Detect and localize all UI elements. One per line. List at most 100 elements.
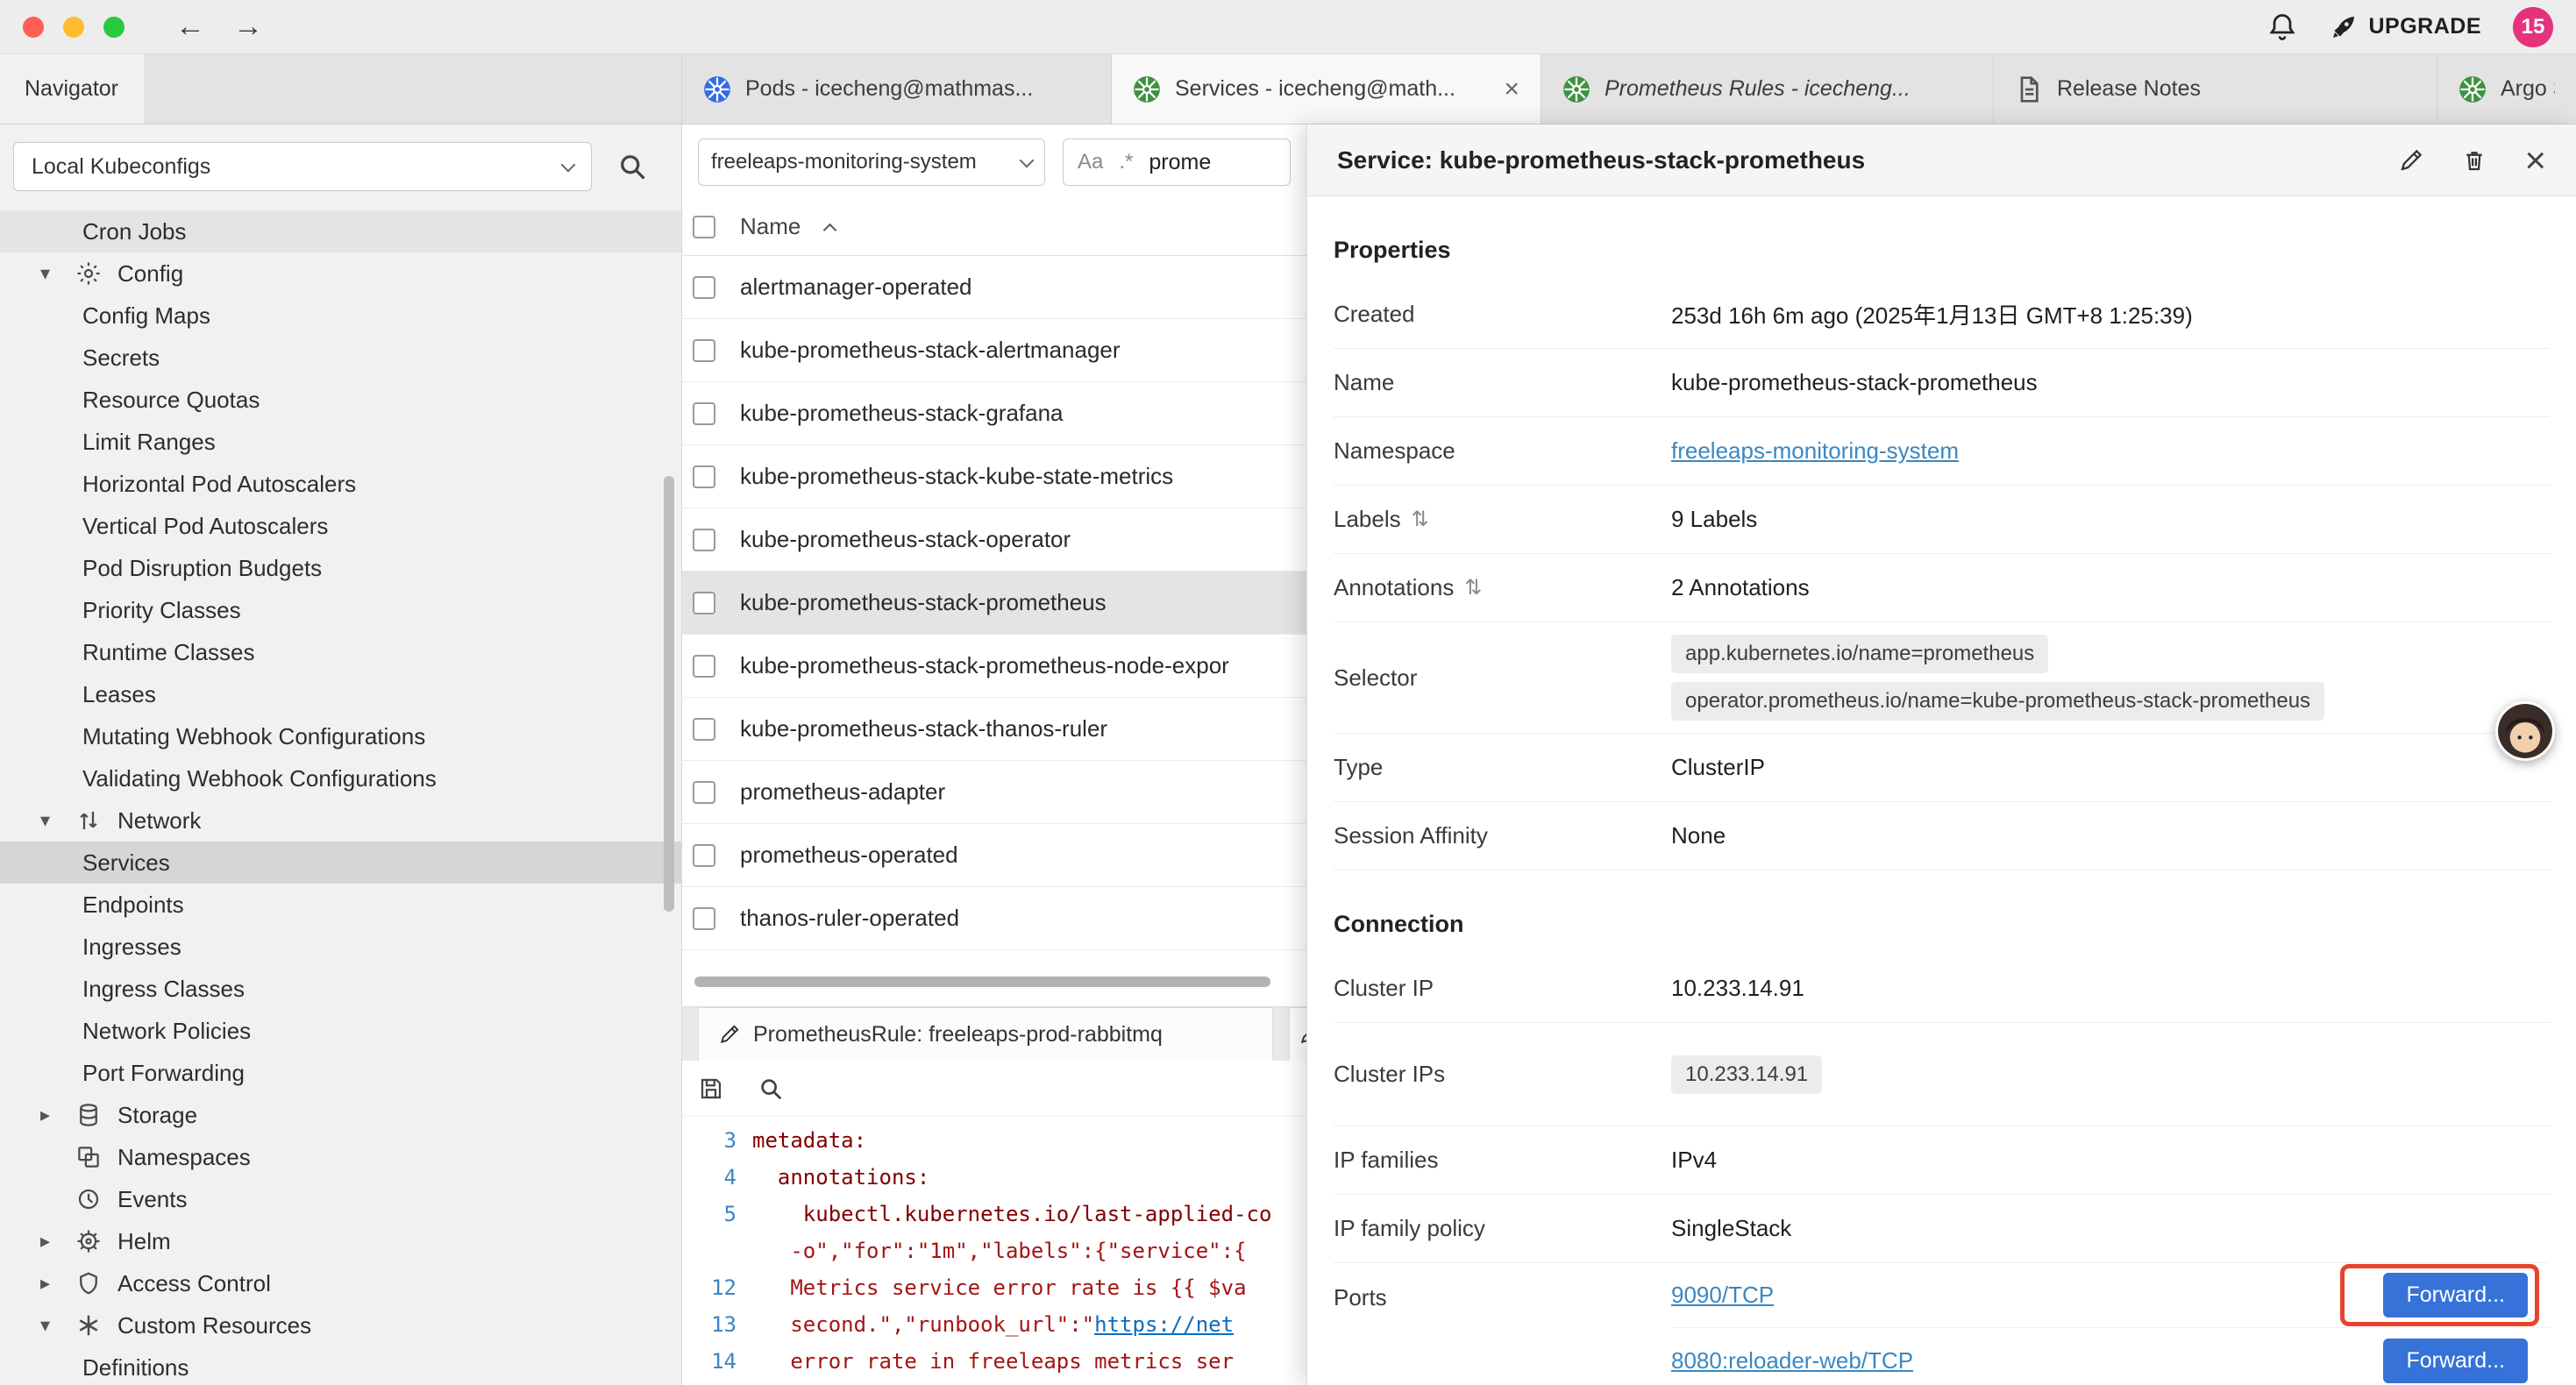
close-window-button[interactable] — [23, 17, 44, 38]
property-label-cell: Type — [1334, 754, 1671, 781]
expander-icon[interactable]: ⇅ — [1412, 507, 1429, 532]
sort-ascending-icon[interactable] — [823, 224, 837, 238]
tab-close-icon[interactable]: × — [1504, 75, 1519, 104]
service-table-row[interactable]: kube-prometheus-stack-grafana — [682, 382, 1306, 445]
name-column-header[interactable]: Name — [740, 213, 801, 240]
regex-toggle[interactable]: .* — [1119, 150, 1133, 174]
access-control-icon — [75, 1270, 110, 1296]
editor-tab[interactable]: Argo S — [2437, 54, 2576, 124]
row-checkbox[interactable] — [693, 655, 715, 678]
upgrade-button[interactable]: UPGRADE — [2330, 13, 2481, 41]
forward-button[interactable]: → — [219, 10, 277, 44]
sidebar-tree-item[interactable]: Resource Quotas — [0, 379, 681, 421]
sidebar-tree-item[interactable]: Port Forwarding — [0, 1052, 681, 1094]
maximize-window-button[interactable] — [103, 17, 125, 38]
editor-tab[interactable]: Pods - icecheng@mathmas... — [682, 54, 1112, 124]
sidebar-tree-item[interactable]: Network Policies — [0, 1010, 681, 1052]
service-table-body: alertmanager-operated kube-prometheus-st… — [682, 256, 1306, 950]
row-checkbox[interactable] — [693, 781, 715, 804]
sidebar-tree-item[interactable]: Runtime Classes — [0, 631, 681, 673]
row-checkbox[interactable] — [693, 402, 715, 425]
dock-tab-prometheusrule[interactable]: PrometheusRule: freeleaps-prod-rabbitmq — [698, 1007, 1273, 1061]
sidebar-tree-item[interactable]: Services — [0, 842, 681, 884]
service-table-row[interactable]: thanos-ruler-operated — [682, 887, 1306, 950]
service-table-row[interactable]: kube-prometheus-stack-alertmanager — [682, 319, 1306, 382]
editor-search-icon[interactable] — [758, 1076, 784, 1102]
property-label: Cluster IP — [1334, 975, 1434, 1002]
editor-tab[interactable]: Release Notes — [1994, 54, 2437, 124]
namespace-filter-dropdown[interactable]: freeleaps-monitoring-system — [698, 138, 1045, 186]
sidebar-tree-item[interactable]: Ingresses — [0, 926, 681, 968]
navigator-tab[interactable]: Navigator — [0, 54, 146, 124]
editor-line: 13 second.","runbook_url":"https://net — [682, 1306, 1306, 1343]
forward-button[interactable]: Forward... — [2383, 1273, 2528, 1318]
forward-button[interactable]: Forward... — [2383, 1339, 2528, 1383]
sidebar-tree-item[interactable]: ▾ Config — [0, 252, 681, 295]
service-table-row[interactable]: kube-prometheus-stack-thanos-ruler — [682, 698, 1306, 761]
row-checkbox[interactable] — [693, 529, 715, 551]
table-search-input[interactable]: Aa .* prome — [1063, 138, 1291, 186]
sidebar-tree-item[interactable]: ▸ Storage — [0, 1094, 681, 1136]
sidebar-tree-item[interactable]: Mutating Webhook Configurations — [0, 715, 681, 757]
select-all-checkbox[interactable] — [693, 216, 715, 238]
sidebar-tree-item[interactable]: Priority Classes — [0, 589, 681, 631]
sidebar-tree-item[interactable]: Cron Jobs — [0, 210, 681, 252]
row-checkbox[interactable] — [693, 465, 715, 488]
notification-count-badge[interactable]: 15 — [2513, 7, 2553, 47]
kubeconfig-selector[interactable]: Local Kubeconfigs — [13, 142, 592, 191]
sidebar-tree-item[interactable]: ▸ Access Control — [0, 1262, 681, 1304]
row-checkbox[interactable] — [693, 844, 715, 867]
expander-icon[interactable]: ⇅ — [1464, 575, 1482, 600]
row-checkbox[interactable] — [693, 718, 715, 741]
sidebar-tree-item[interactable]: Namespaces — [0, 1136, 681, 1178]
scrollbar-thumb[interactable] — [694, 977, 1270, 987]
service-table-row[interactable]: kube-prometheus-stack-prometheus-node-ex… — [682, 635, 1306, 698]
sidebar-tree-item[interactable]: Leases — [0, 673, 681, 715]
service-table-row[interactable]: alertmanager-operated — [682, 256, 1306, 319]
minimize-window-button[interactable] — [63, 17, 84, 38]
sidebar-tree-item[interactable]: Config Maps — [0, 295, 681, 337]
sidebar-tree-item[interactable]: Pod Disruption Budgets — [0, 547, 681, 589]
sidebar-tree-item[interactable]: Validating Webhook Configurations — [0, 757, 681, 799]
sidebar-tree-item[interactable]: Limit Ranges — [0, 421, 681, 463]
namespace-link[interactable]: freeleaps-monitoring-system — [1671, 437, 1959, 464]
port-link[interactable]: 8080:reloader-web/TCP — [1671, 1347, 1913, 1374]
sidebar-tree-item[interactable]: ▸ Helm — [0, 1220, 681, 1262]
service-table-row[interactable]: kube-prometheus-stack-prometheus — [682, 572, 1306, 635]
editor-content[interactable]: 3 metadata: 4 annotations: 5 kubectl.kub… — [682, 1117, 1306, 1380]
assistant-avatar[interactable] — [2495, 701, 2555, 761]
sidebar-tree-item[interactable]: Vertical Pod Autoscalers — [0, 505, 681, 547]
port-link[interactable]: 9090/TCP — [1671, 1282, 1774, 1309]
section-heading: Properties — [1334, 237, 2550, 266]
close-panel-button[interactable]: × — [2524, 142, 2546, 179]
sidebar-tree-item[interactable]: Definitions — [0, 1346, 681, 1385]
sidebar-tree-item[interactable]: Secrets — [0, 337, 681, 379]
match-case-toggle[interactable]: Aa — [1078, 150, 1103, 174]
sidebar-tree-item[interactable]: Horizontal Pod Autoscalers — [0, 463, 681, 505]
service-table-row[interactable]: kube-prometheus-stack-operator — [682, 508, 1306, 572]
service-table-row[interactable]: kube-prometheus-stack-kube-state-metrics — [682, 445, 1306, 508]
row-checkbox[interactable] — [693, 592, 715, 614]
dock-tab-partial[interactable] — [1289, 1007, 1306, 1061]
horizontal-scrollbar[interactable] — [694, 977, 1294, 987]
back-button[interactable]: ← — [161, 10, 219, 44]
sidebar-tree-item[interactable]: ▾ Network — [0, 799, 681, 842]
delete-service-button[interactable] — [2461, 147, 2487, 174]
save-icon[interactable] — [698, 1076, 724, 1102]
editor-tab[interactable]: Services - icecheng@math... × — [1112, 54, 1541, 124]
edit-service-button[interactable] — [2398, 147, 2424, 174]
row-checkbox[interactable] — [693, 276, 715, 299]
sidebar-search-icon[interactable] — [616, 151, 648, 182]
sidebar-tree-item[interactable]: Endpoints — [0, 884, 681, 926]
sidebar-scrollbar[interactable] — [664, 476, 674, 912]
service-table-row[interactable]: prometheus-operated — [682, 824, 1306, 887]
service-table-row[interactable]: prometheus-adapter — [682, 761, 1306, 824]
chevron-icon: ▸ — [40, 1104, 68, 1126]
sidebar-tree-item[interactable]: ▾ Custom Resources — [0, 1304, 681, 1346]
notifications-bell-icon[interactable] — [2266, 11, 2298, 43]
sidebar-tree-item[interactable]: Events — [0, 1178, 681, 1220]
sidebar-tree-item[interactable]: Ingress Classes — [0, 968, 681, 1010]
row-checkbox[interactable] — [693, 907, 715, 930]
editor-tab[interactable]: Prometheus Rules - icecheng... — [1541, 54, 1994, 124]
row-checkbox[interactable] — [693, 339, 715, 362]
